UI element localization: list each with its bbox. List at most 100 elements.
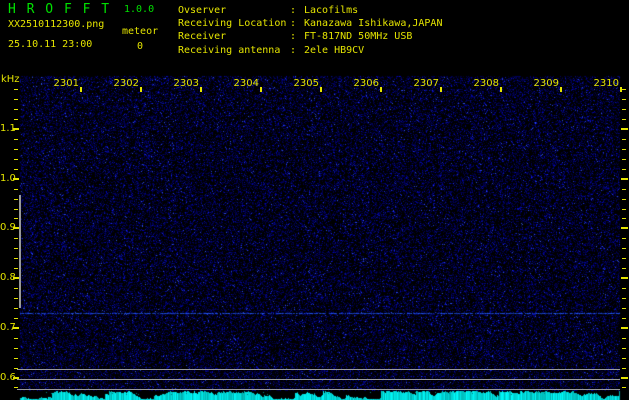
time-tick-label: 2309 [533,78,559,89]
time-tick-label: 2306 [353,78,379,89]
freq-tick-minor [622,368,626,369]
station-separator: : [290,31,297,43]
freq-tick-major [621,277,628,279]
time-tick-label: 2302 [113,78,139,89]
freq-tick-major [621,377,628,379]
time-tick-label: 2305 [293,78,319,89]
freq-tick-minor [14,298,18,299]
station-value: Lacofilms [304,5,359,16]
time-tick-label: 2301 [53,78,79,89]
freq-tick-minor [14,288,18,289]
freq-tick-minor [14,139,18,140]
freq-tick-label: 0.7 [0,322,16,333]
left-edge-marker-line [19,195,21,308]
freq-tick-minor [622,89,626,90]
time-tick-label: 2308 [473,78,499,89]
time-tick [260,87,262,92]
freq-tick-minor [622,338,626,339]
frequency-unit-label: kHz [1,74,20,85]
station-label: Receiving antenna [178,44,281,56]
freq-tick-minor [14,387,18,388]
freq-tick-minor [14,119,18,120]
time-tick [320,87,322,92]
freq-tick-minor [14,169,18,170]
freq-tick-minor [622,109,626,110]
freq-tick-label: 0.9 [0,222,16,233]
freq-tick-minor [14,218,18,219]
station-value: 2ele HB9CV [304,44,365,56]
freq-tick-minor [622,139,626,140]
time-tick [560,87,562,92]
time-tick-label: 2310 [593,78,619,89]
freq-tick-minor [622,258,626,259]
freq-tick-minor [622,159,626,160]
station-row-antenna: Receiving antenna:2ele HB9CV [178,44,442,57]
freq-tick-minor [14,358,18,359]
freq-tick-minor [622,119,626,120]
freq-tick-minor [622,189,626,190]
freq-tick-minor [14,149,18,150]
capture-datetime: 25.10.11 23:00 [8,39,93,50]
spectrogram-canvas [0,0,629,400]
freq-tick-minor [14,109,18,110]
freq-tick-minor [622,308,626,309]
time-tick [500,87,502,92]
freq-tick-major [621,178,628,180]
freq-tick-minor [622,348,626,349]
time-tick-label: 2303 [173,78,199,89]
freq-tick-minor [14,189,18,190]
freq-tick-label: 1.0 [0,173,16,184]
time-tick [380,87,382,92]
time-tick-label: 2304 [233,78,259,89]
station-value: FT-817ND 50MHz USB [304,31,413,43]
freq-tick-minor [14,248,18,249]
freq-tick-major [621,327,628,329]
reference-line-upper [17,369,620,370]
output-filename: XX2510112300.png [8,19,105,30]
freq-tick-minor [622,99,626,100]
freq-tick-label: 0.8 [0,272,16,283]
freq-tick-major [621,128,628,130]
freq-tick-minor [14,159,18,160]
freq-tick-minor [14,99,18,100]
freq-tick-minor [622,387,626,388]
station-label: Ovserver [178,5,227,16]
freq-tick-minor [622,238,626,239]
freq-tick-minor [14,209,18,210]
time-tick-label: 2307 [413,78,439,89]
freq-tick-minor [14,268,18,269]
hrofft-window: H R O F F T 1.0.0 XX2510112300.png meteo… [0,0,629,400]
time-tick [80,87,82,92]
meteor-count: 0 [136,41,144,52]
freq-tick-minor [622,298,626,299]
freq-tick-minor [622,318,626,319]
freq-tick-minor [14,348,18,349]
reference-line-lower [17,389,620,390]
station-separator: : [290,18,297,30]
freq-tick-label: 0.6 [0,372,16,383]
station-separator: : [290,44,297,56]
freq-tick-minor [622,209,626,210]
station-row-observer: Ovserver: Lacofilms [178,4,442,17]
station-row-receiver: Receiver: FT-817ND 50MHz USB [178,30,442,43]
station-label: Receiving Location [178,18,287,30]
freq-tick-minor [622,199,626,200]
time-tick [200,87,202,92]
station-info: Ovserver: Lacofilms Receiving Location: Ka… [178,4,442,57]
reference-line-middle [17,379,620,380]
station-row-location: Receiving Location: Kanazawa Ishikawa,JAP… [178,17,442,30]
freq-tick-major [621,227,628,229]
freq-tick-minor [14,308,18,309]
freq-tick-minor [622,169,626,170]
freq-tick-minor [14,368,18,369]
freq-tick-label: 1.1 [0,123,16,134]
freq-tick-minor [622,358,626,359]
freq-tick-minor [14,258,18,259]
freq-tick-minor [14,89,18,90]
freq-tick-minor [14,238,18,239]
mode-label: meteor [122,26,159,37]
time-tick [140,87,142,92]
freq-tick-minor [14,318,18,319]
time-tick [440,87,442,92]
app-version: 1.0.0 [124,4,155,15]
